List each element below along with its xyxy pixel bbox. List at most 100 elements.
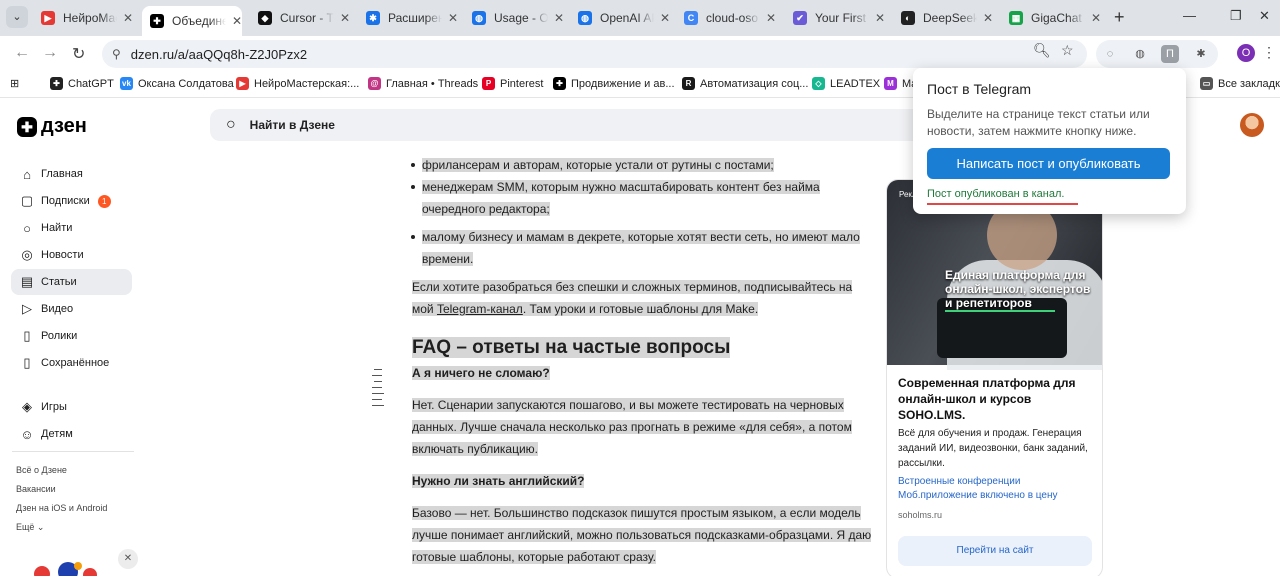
restore-icon[interactable]: ❐: [1230, 8, 1242, 24]
profile-avatar[interactable]: O: [1237, 44, 1255, 62]
address-url[interactable]: dzen.ru/a/aaQQq8h-Z2J0Pzx2: [131, 47, 307, 62]
faq-answer: Нет. Сценарии запускаются пошагово, и вы…: [412, 398, 852, 456]
footer-link[interactable]: Всё о Дзене: [16, 465, 67, 475]
tab-title: Usage - OpenAI: [494, 11, 548, 25]
sidebar-item-search[interactable]: ○ Найти: [11, 215, 132, 241]
tab-title: Расширения: [388, 11, 442, 25]
footer-link[interactable]: Дзен на iOS и Android: [16, 503, 107, 513]
bookmark-label: Продвижение и ав...: [571, 77, 675, 90]
bookmark-favicon-icon: P: [482, 77, 495, 90]
ad-link-mobile-app[interactable]: Моб.приложение включено в цену: [898, 489, 1094, 503]
reload-icon[interactable]: ↻: [72, 44, 85, 64]
sidebar-item-bookmark[interactable]: ▯ Сохранённое: [11, 350, 132, 376]
sidebar-item-games[interactable]: ◈ Игры: [11, 394, 132, 420]
bookmark-favicon-icon: ◇: [812, 77, 825, 90]
articles-icon: ▤: [20, 274, 34, 289]
sidebar-item-video[interactable]: ▷ Видео: [11, 296, 132, 322]
footer-link[interactable]: Вакансии: [16, 484, 56, 494]
new-tab-button[interactable]: +: [1114, 7, 1125, 28]
bookmark-item[interactable]: ✚ Продвижение и ав...: [553, 77, 675, 90]
close-window-icon[interactable]: ✕: [1259, 8, 1270, 24]
sidebar-item-news[interactable]: ◎ Новости: [11, 242, 132, 268]
sidebar-item-label: Игры: [41, 401, 67, 413]
tab-close-icon[interactable]: ✕: [875, 11, 885, 25]
tab[interactable]: ◆ Cursor - The ✕: [250, 6, 350, 30]
bookmark-item[interactable]: vk Оксана Солдатова: [120, 77, 234, 90]
bookmark-item[interactable]: ▭ Все закладки: [1200, 77, 1280, 90]
tab[interactable]: ◍ Usage - OpenAI ✕: [464, 6, 564, 30]
address-bar[interactable]: ⚲ dzen.ru/a/aaQQq8h-Z2J0Pzx2: [102, 40, 1087, 68]
search-icon: ○: [23, 220, 31, 236]
list-item: малому бизнесу и мамам в декрете, которы…: [411, 226, 872, 270]
ad-card[interactable]: Рекл Единая платформа для онлайн-школ, э…: [886, 179, 1103, 576]
tab[interactable]: ▶ НейроМастерская ✕: [33, 6, 133, 30]
ad-go-to-site-button[interactable]: Перейти на сайт: [898, 536, 1092, 566]
forward-icon[interactable]: →: [42, 44, 58, 62]
tab-close-icon[interactable]: ✕: [123, 11, 133, 25]
tab-close-icon[interactable]: ✕: [554, 11, 564, 25]
sidebar-item-home[interactable]: ⌂ Главная: [11, 161, 132, 187]
bookmark-item[interactable]: P Pinterest: [482, 77, 543, 90]
bookmark-label: НейроМастерская:...: [254, 77, 360, 90]
footer-link[interactable]: Ещё ⌄: [16, 522, 44, 533]
tab-title: Your First: [815, 11, 866, 25]
sidebar-item-shorts[interactable]: ▯ Ролики: [11, 323, 132, 349]
write-and-publish-button[interactable]: Написать пост и опубликовать: [927, 148, 1170, 179]
ad-image-caption: Единая платформа для онлайн-школ, экспер…: [945, 268, 1091, 310]
dzen-logo[interactable]: ✚ дзен: [17, 115, 87, 138]
sidebar-item-articles[interactable]: ▤ Статьи: [11, 269, 132, 295]
apps-grid-icon[interactable]: ⊞: [10, 77, 19, 90]
user-avatar[interactable]: [1240, 113, 1264, 137]
tab[interactable]: ✱ Расширения ✕: [358, 6, 458, 30]
tab-close-icon[interactable]: ✕: [232, 14, 242, 28]
bookmark-item[interactable]: @ Главная • Threads: [368, 77, 478, 90]
bookmark-item[interactable]: R Автоматизация соц...: [682, 77, 808, 90]
news-icon: ◎: [21, 247, 33, 262]
ad-link-conferences[interactable]: Встроенные конференции: [898, 475, 1094, 489]
site-info-icon[interactable]: ⚲: [112, 47, 121, 61]
close-promo-icon[interactable]: ✕: [118, 549, 138, 569]
sidebar-item-label: Статьи: [41, 276, 77, 288]
tab-title: Объединение: [172, 14, 226, 28]
home-icon: ⌂: [23, 166, 31, 182]
tab[interactable]: Ccloud-oso ✕: [676, 6, 776, 30]
telegram-post-extension-icon[interactable]: П: [1161, 45, 1179, 63]
tab-close-icon[interactable]: ✕: [448, 11, 458, 25]
tab-close-icon[interactable]: ✕: [983, 11, 993, 25]
bookmark-favicon-icon: @: [368, 77, 381, 90]
minimize-icon[interactable]: —: [1183, 8, 1196, 23]
back-icon[interactable]: ←: [14, 44, 30, 62]
extension-icon[interactable]: ◌: [1101, 45, 1119, 63]
menu-kebab-icon[interactable]: ⋮: [1262, 44, 1276, 61]
tab-close-icon[interactable]: ✕: [340, 11, 350, 25]
search-bar[interactable]: ○ Найти в Дзене: [210, 109, 930, 141]
bookmark-item[interactable]: ✚ ChatGPT: [50, 77, 114, 90]
tab[interactable]: ◐ DeepSeek ✕: [893, 6, 993, 30]
tab[interactable]: ▦ GigaChat ✕: [1001, 6, 1101, 30]
faq-answer: Базово — нет. Большинство подсказок пишу…: [412, 506, 872, 564]
tab-close-icon[interactable]: ✕: [766, 11, 776, 25]
subscriptions-icon: ▢: [20, 193, 34, 208]
table-of-contents-icon[interactable]: [372, 369, 384, 411]
bookmark-star-icon[interactable]: ☆: [1061, 42, 1074, 59]
tab-close-icon[interactable]: ✕: [1091, 11, 1101, 25]
puzzle-icon[interactable]: ✱: [1192, 45, 1210, 63]
kids-icon: ☺: [20, 426, 34, 442]
bookmark-item[interactable]: ◇ LEADTEX: [812, 77, 880, 90]
tab[interactable]: ✚ Объединение ✕: [142, 6, 242, 36]
tab[interactable]: ✔ Your First ✕: [785, 6, 885, 30]
tab-close-icon[interactable]: ✕: [660, 11, 670, 25]
bookmark-favicon-icon: M: [884, 77, 897, 90]
tab-search-chevron-icon[interactable]: ⌄: [6, 6, 28, 28]
globe-icon[interactable]: ◍: [1131, 45, 1149, 63]
bookmark-item[interactable]: ▶ НейроМастерская:...: [236, 77, 359, 90]
sidebar-item-kids[interactable]: ☺ Детям: [11, 421, 132, 447]
zoom-search-icon[interactable]: 🔍︎: [1033, 42, 1051, 59]
sidebar-item-subscriptions[interactable]: ▢ Подписки 1: [11, 188, 132, 214]
tab-favicon-icon: ✱: [366, 11, 380, 25]
tab[interactable]: ◍ OpenAI API ✕: [570, 6, 670, 30]
bookmark-favicon-icon: vk: [120, 77, 133, 90]
telegram-channel-link[interactable]: Telegram-канал: [437, 302, 523, 316]
tab-favicon-icon: ✚: [150, 14, 164, 28]
ad-title[interactable]: Современная платформа для онлайн-школ и …: [898, 375, 1094, 423]
